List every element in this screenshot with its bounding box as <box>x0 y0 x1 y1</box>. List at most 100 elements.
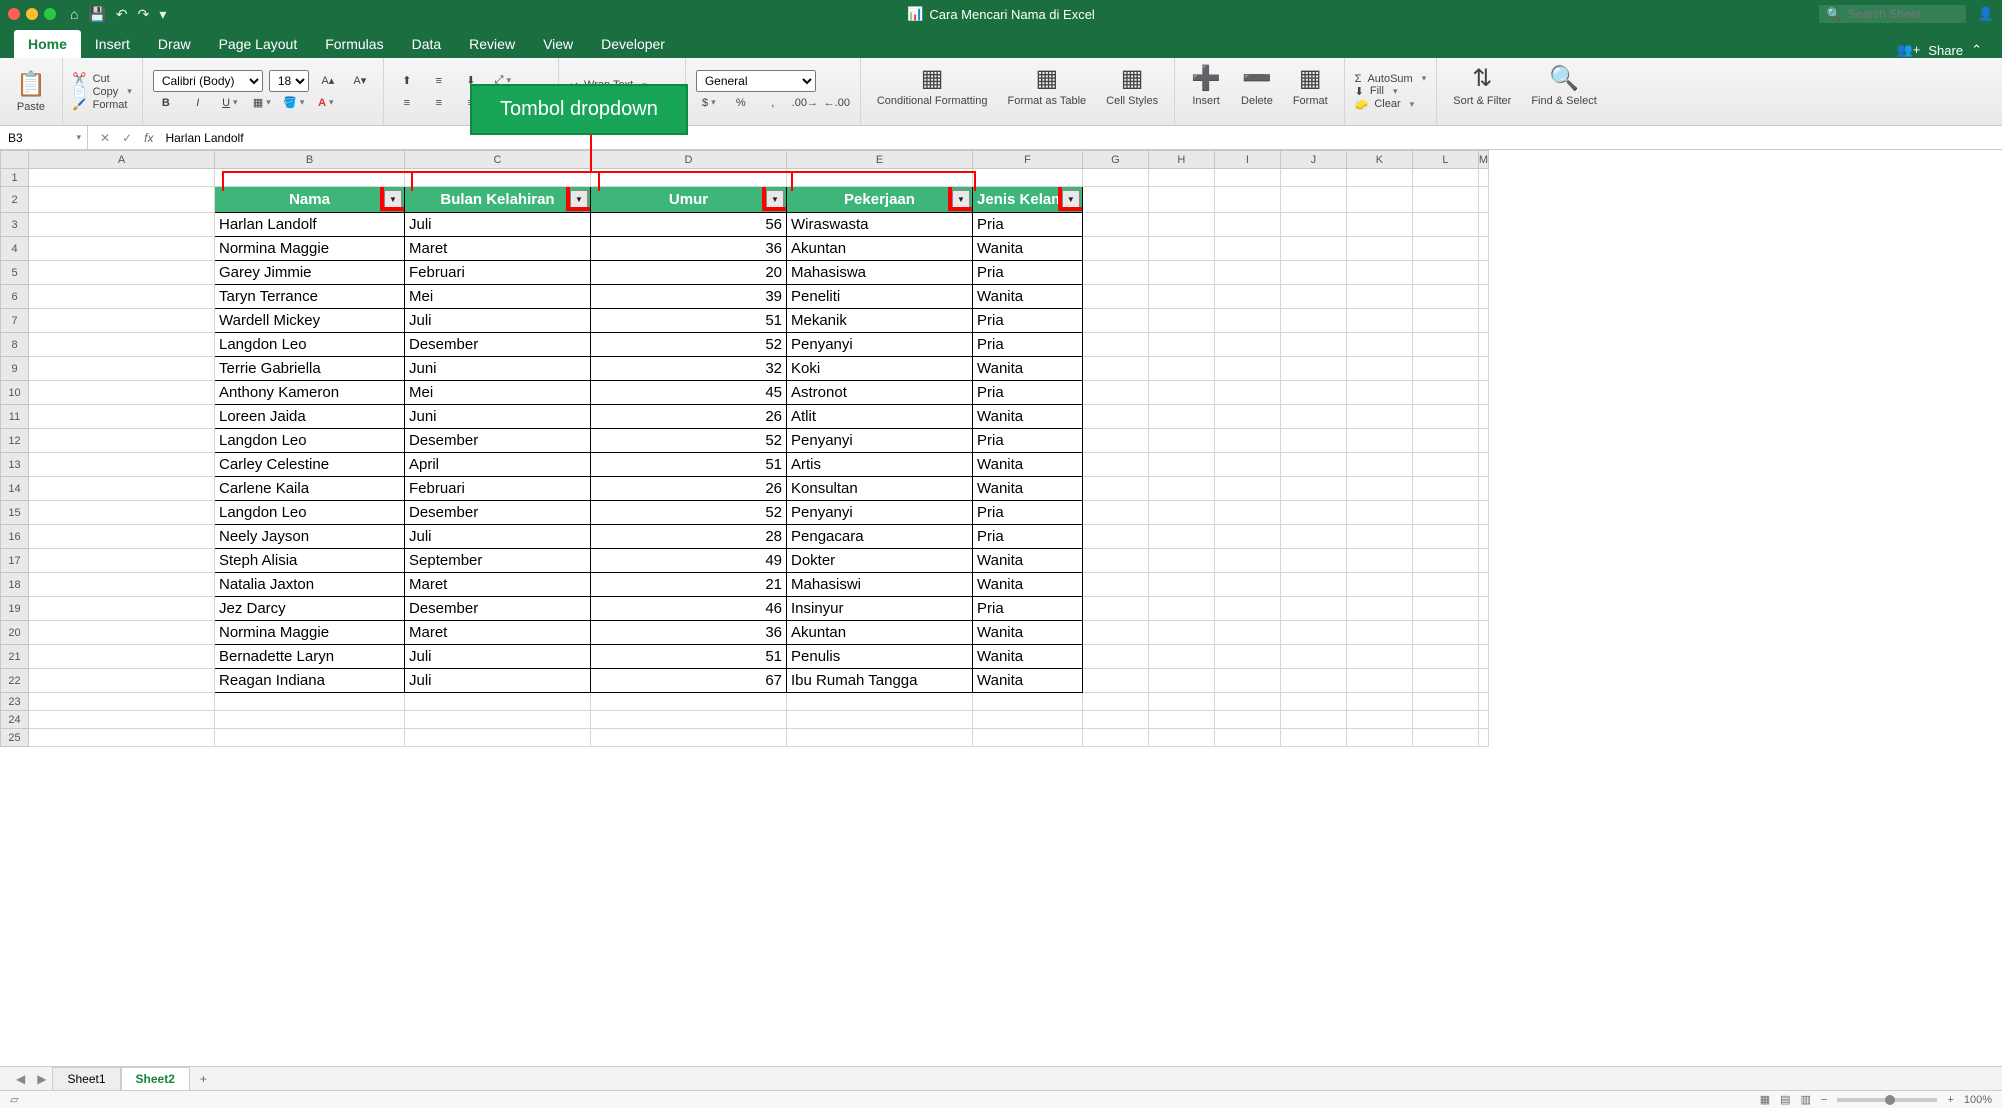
increase-font-icon[interactable]: A▴ <box>315 70 341 92</box>
table-cell[interactable]: Wanita <box>973 285 1083 309</box>
tab-data[interactable]: Data <box>398 30 456 58</box>
table-cell[interactable]: Wanita <box>973 645 1083 669</box>
select-all-corner[interactable] <box>1 151 29 169</box>
row-header[interactable]: 19 <box>1 597 29 621</box>
table-cell[interactable]: Mei <box>405 285 591 309</box>
copy-button[interactable]: Copy <box>93 86 119 98</box>
comma-icon[interactable]: , <box>760 92 786 114</box>
table-cell[interactable]: Wanita <box>973 573 1083 597</box>
table-cell[interactable]: Garey Jimmie <box>215 261 405 285</box>
row-header[interactable]: 20 <box>1 621 29 645</box>
table-cell[interactable]: Pengacara <box>787 525 973 549</box>
table-cell[interactable]: 26 <box>591 477 787 501</box>
fx-label[interactable]: fx <box>144 131 161 145</box>
table-cell[interactable]: September <box>405 549 591 573</box>
tab-formulas[interactable]: Formulas <box>311 30 397 58</box>
table-cell[interactable]: 51 <box>591 645 787 669</box>
row-header[interactable]: 14 <box>1 477 29 501</box>
table-cell[interactable]: 46 <box>591 597 787 621</box>
table-header[interactable]: Umur▼ <box>591 187 787 213</box>
table-cell[interactable]: Mahasiswa <box>787 261 973 285</box>
row-header[interactable]: 13 <box>1 453 29 477</box>
table-cell[interactable]: Pria <box>973 381 1083 405</box>
tab-review[interactable]: Review <box>455 30 529 58</box>
table-cell[interactable]: Loreen Jaida <box>215 405 405 429</box>
table-cell[interactable]: Pria <box>973 213 1083 237</box>
italic-button[interactable]: I <box>185 92 211 114</box>
table-cell[interactable]: Penulis <box>787 645 973 669</box>
table-cell[interactable]: 49 <box>591 549 787 573</box>
sheet-tab-sheet1[interactable]: Sheet1 <box>52 1067 120 1091</box>
table-cell[interactable]: Pria <box>973 261 1083 285</box>
minimize-icon[interactable] <box>26 8 38 20</box>
table-cell[interactable]: 51 <box>591 453 787 477</box>
table-cell[interactable]: 52 <box>591 333 787 357</box>
table-cell[interactable]: Mahasiswi <box>787 573 973 597</box>
row-header[interactable]: 21 <box>1 645 29 669</box>
fullscreen-icon[interactable] <box>44 8 56 20</box>
table-cell[interactable]: Pria <box>973 309 1083 333</box>
close-icon[interactable] <box>8 8 20 20</box>
formula-input[interactable] <box>161 131 2002 145</box>
table-cell[interactable]: Pria <box>973 501 1083 525</box>
percent-icon[interactable]: % <box>728 92 754 114</box>
table-cell[interactable]: Penyanyi <box>787 333 973 357</box>
table-cell[interactable]: Juli <box>405 525 591 549</box>
table-cell[interactable]: Desember <box>405 429 591 453</box>
table-cell[interactable]: Artis <box>787 453 973 477</box>
zoom-out-icon[interactable]: − <box>1821 1094 1827 1106</box>
table-cell[interactable]: Wanita <box>973 453 1083 477</box>
row-header[interactable]: 10 <box>1 381 29 405</box>
underline-button[interactable]: U▾ <box>217 92 243 114</box>
cut-button[interactable]: Cut <box>93 73 110 85</box>
clear-button[interactable]: Clear <box>1374 98 1400 110</box>
table-cell[interactable]: Langdon Leo <box>215 429 405 453</box>
table-cell[interactable]: 21 <box>591 573 787 597</box>
table-header[interactable]: Nama▼ <box>215 187 405 213</box>
tab-page-layout[interactable]: Page Layout <box>205 30 312 58</box>
table-cell[interactable]: Wardell Mickey <box>215 309 405 333</box>
redo-icon[interactable]: ↷ <box>138 6 150 23</box>
currency-icon[interactable]: $▾ <box>696 92 722 114</box>
qat-dropdown-icon[interactable]: ▾ <box>159 6 166 23</box>
col-header-H[interactable]: H <box>1148 151 1214 169</box>
table-cell[interactable]: Maret <box>405 573 591 597</box>
name-box[interactable]: B3 <box>8 131 23 145</box>
table-cell[interactable]: Astronot <box>787 381 973 405</box>
table-cell[interactable]: Terrie Gabriella <box>215 357 405 381</box>
table-cell[interactable]: 20 <box>591 261 787 285</box>
col-header-D[interactable]: D <box>591 151 787 169</box>
table-cell[interactable]: Harlan Landolf <box>215 213 405 237</box>
row-header[interactable]: 7 <box>1 309 29 333</box>
sheet-next-icon[interactable]: ▶ <box>31 1072 52 1086</box>
row-header[interactable]: 4 <box>1 237 29 261</box>
table-cell[interactable]: Wanita <box>973 549 1083 573</box>
conditional-formatting-button[interactable]: ▦Conditional Formatting <box>871 62 994 121</box>
add-sheet-button[interactable]: + <box>190 1068 217 1090</box>
increase-decimal-icon[interactable]: .00→ <box>792 92 818 114</box>
table-cell[interactable]: Desember <box>405 597 591 621</box>
table-cell[interactable]: 56 <box>591 213 787 237</box>
tab-home[interactable]: Home <box>14 30 81 58</box>
table-cell[interactable]: Februari <box>405 261 591 285</box>
table-cell[interactable]: Normina Maggie <box>215 237 405 261</box>
search-input[interactable] <box>1848 7 1958 21</box>
filter-dropdown-icon[interactable]: ▼ <box>1062 190 1080 208</box>
row-header[interactable]: 16 <box>1 525 29 549</box>
cancel-formula-icon[interactable]: ✕ <box>100 131 110 145</box>
table-cell[interactable]: Konsultan <box>787 477 973 501</box>
row-header[interactable]: 3 <box>1 213 29 237</box>
font-name-select[interactable]: Calibri (Body) <box>153 70 263 92</box>
table-cell[interactable]: 39 <box>591 285 787 309</box>
table-cell[interactable]: Desember <box>405 501 591 525</box>
table-cell[interactable]: Wanita <box>973 477 1083 501</box>
table-cell[interactable]: Taryn Terrance <box>215 285 405 309</box>
table-cell[interactable]: Bernadette Laryn <box>215 645 405 669</box>
format-painter-button[interactable]: Format <box>93 99 128 111</box>
table-cell[interactable]: Wanita <box>973 669 1083 693</box>
save-icon[interactable]: 💾 <box>88 6 105 23</box>
home-icon[interactable]: ⌂ <box>70 6 78 23</box>
tab-developer[interactable]: Developer <box>587 30 679 58</box>
fill-button[interactable]: Fill <box>1370 85 1384 97</box>
font-size-select[interactable]: 18 <box>269 70 309 92</box>
